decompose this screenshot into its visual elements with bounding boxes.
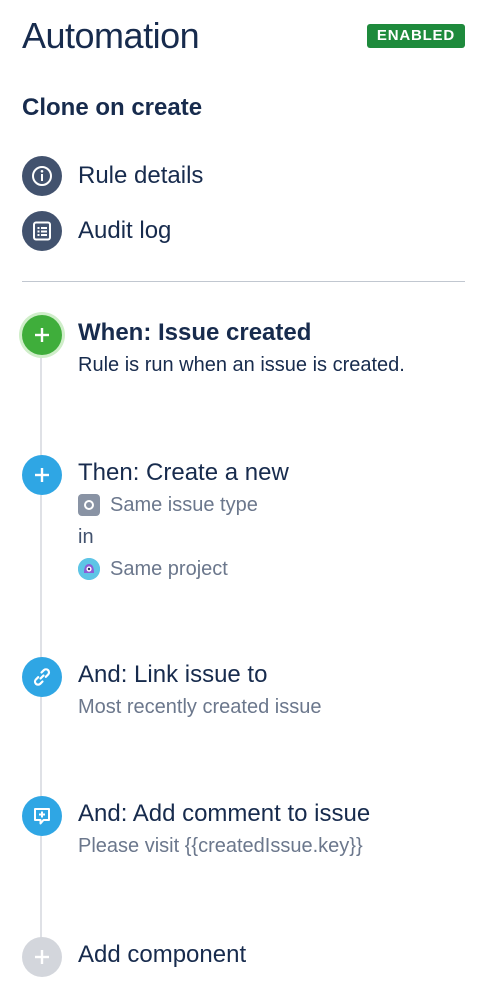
step-title: And: Link issue to [78,661,268,688]
issue-type-row: Same issue type [78,489,478,521]
connector-text: in [78,526,94,548]
step-title: When: Issue created [78,319,312,346]
timeline-connector [40,332,42,954]
plus-icon [22,937,62,977]
step-description: Rule is run when an issue is created. [78,354,405,376]
page-title: Automation [22,15,200,56]
header: Automation ENABLED [22,14,467,62]
list-icon [22,211,62,251]
status-badge: ENABLED [366,24,465,48]
nav-item-label: Rule details [78,162,204,189]
issue-type-icon [78,494,100,516]
nav-item-rule-details[interactable]: Rule details [22,156,442,196]
info-icon [22,156,62,196]
project-avatar-icon [78,558,100,580]
add-component-label: Add component [78,941,247,968]
step-title: And: Add comment to issue [78,800,371,827]
issue-type-label: Same issue type [110,494,258,516]
comment-icon [22,796,62,836]
project-row: Same project [78,553,478,585]
project-label: Same project [110,558,228,580]
step-title: Then: Create a new [78,459,289,486]
nav-item-label: Audit log [78,217,172,244]
step-description: Please visit {{createdIssue.key}} [78,835,363,857]
plus-icon [22,455,62,495]
rule-name: Clone on create [22,94,203,121]
link-icon [22,657,62,697]
divider [22,281,465,282]
step-description: Most recently created issue [78,696,322,718]
plus-icon [22,315,62,355]
nav-item-audit-log[interactable]: Audit log [22,211,442,251]
